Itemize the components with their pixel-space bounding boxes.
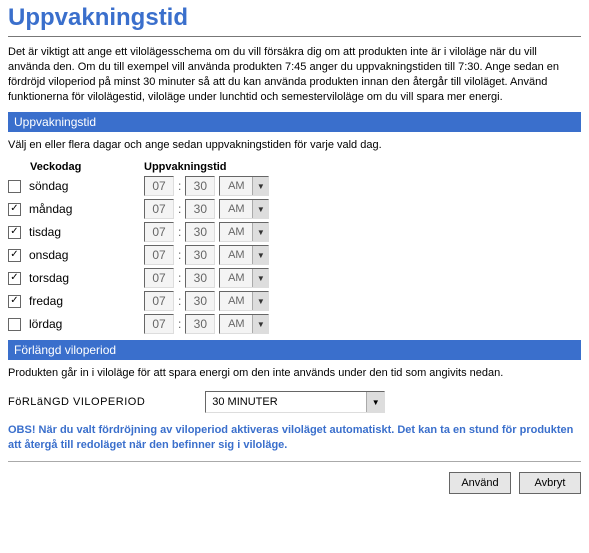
day-label: fredag (29, 294, 63, 308)
ampm-select[interactable]: AM▼ (219, 314, 269, 334)
time-cell: 07:30AM▼ (144, 199, 269, 219)
time-cell: 07:30AM▼ (144, 176, 269, 196)
hour-input[interactable]: 07 (144, 176, 174, 196)
ampm-select[interactable]: AM▼ (219, 176, 269, 196)
chevron-down-icon: ▼ (252, 223, 268, 241)
section-wakeup-header: Uppvakningstid (8, 112, 581, 132)
schedule-list: söndag07:30AM▼måndag07:30AM▼tisdag07:30A… (8, 176, 581, 334)
time-cell: 07:30AM▼ (144, 222, 269, 242)
day-cell: torsdag (8, 271, 138, 285)
time-colon: : (178, 225, 181, 239)
schedule-row: måndag07:30AM▼ (8, 199, 581, 219)
chevron-down-icon: ▼ (252, 246, 268, 264)
hour-input[interactable]: 07 (144, 245, 174, 265)
schedule-row: onsdag07:30AM▼ (8, 245, 581, 265)
schedule-row: torsdag07:30AM▼ (8, 268, 581, 288)
extended-select[interactable]: 30 MINUTER ▼ (205, 391, 385, 413)
ampm-value: AM (220, 295, 252, 307)
day-checkbox[interactable] (8, 272, 21, 285)
minute-input[interactable]: 30 (185, 199, 215, 219)
section-extended-header: Förlängd viloperiod (8, 340, 581, 360)
day-cell: söndag (8, 179, 138, 193)
hour-input[interactable]: 07 (144, 199, 174, 219)
hour-input[interactable]: 07 (144, 222, 174, 242)
ampm-value: AM (220, 249, 252, 261)
day-cell: lördag (8, 317, 138, 331)
apply-button[interactable]: Använd (449, 472, 511, 494)
minute-input[interactable]: 30 (185, 268, 215, 288)
ampm-select[interactable]: AM▼ (219, 268, 269, 288)
minute-input[interactable]: 30 (185, 314, 215, 334)
ampm-select[interactable]: AM▼ (219, 222, 269, 242)
time-cell: 07:30AM▼ (144, 245, 269, 265)
cancel-button[interactable]: Avbryt (519, 472, 581, 494)
day-checkbox[interactable] (8, 203, 21, 216)
ampm-value: AM (220, 318, 252, 330)
minute-input[interactable]: 30 (185, 176, 215, 196)
divider (8, 36, 581, 37)
button-row: Använd Avbryt (8, 472, 581, 494)
day-checkbox[interactable] (8, 318, 21, 331)
extended-select-value: 30 MINUTER (206, 396, 366, 408)
hour-input[interactable]: 07 (144, 268, 174, 288)
day-checkbox[interactable] (8, 226, 21, 239)
hour-input[interactable]: 07 (144, 314, 174, 334)
wakeup-instructions: Välj en eller flera dagar och ange sedan… (8, 138, 581, 153)
day-checkbox[interactable] (8, 249, 21, 262)
day-label: torsdag (29, 271, 69, 285)
ampm-select[interactable]: AM▼ (219, 245, 269, 265)
chevron-down-icon: ▼ (252, 315, 268, 333)
header-day: Veckodag (8, 161, 138, 173)
day-label: lördag (29, 317, 62, 331)
divider (8, 461, 581, 462)
time-colon: : (178, 248, 181, 262)
extended-row: FöRLäNGD VILOPERIOD 30 MINUTER ▼ (8, 391, 581, 413)
hour-input[interactable]: 07 (144, 291, 174, 311)
day-cell: fredag (8, 294, 138, 308)
notice-text: OBS! När du valt fördröjning av viloperi… (8, 423, 581, 453)
chevron-down-icon: ▼ (252, 292, 268, 310)
time-colon: : (178, 317, 181, 331)
chevron-down-icon: ▼ (252, 200, 268, 218)
day-label: tisdag (29, 225, 61, 239)
schedule-row: söndag07:30AM▼ (8, 176, 581, 196)
schedule-row: lördag07:30AM▼ (8, 314, 581, 334)
minute-input[interactable]: 30 (185, 222, 215, 242)
header-time: Uppvakningstid (144, 161, 227, 173)
time-colon: : (178, 294, 181, 308)
time-cell: 07:30AM▼ (144, 268, 269, 288)
ampm-value: AM (220, 272, 252, 284)
minute-input[interactable]: 30 (185, 291, 215, 311)
ampm-select[interactable]: AM▼ (219, 291, 269, 311)
page-title: Uppvakningstid (8, 4, 581, 32)
ampm-value: AM (220, 180, 252, 192)
extended-label: FöRLäNGD VILOPERIOD (8, 396, 145, 408)
time-cell: 07:30AM▼ (144, 291, 269, 311)
day-cell: onsdag (8, 248, 138, 262)
ampm-select[interactable]: AM▼ (219, 199, 269, 219)
time-colon: : (178, 179, 181, 193)
time-colon: : (178, 271, 181, 285)
extended-intro: Produkten går in i viloläge för att spar… (8, 366, 581, 381)
day-checkbox[interactable] (8, 180, 21, 193)
chevron-down-icon: ▼ (366, 392, 384, 412)
time-cell: 07:30AM▼ (144, 314, 269, 334)
day-label: onsdag (29, 248, 68, 262)
day-checkbox[interactable] (8, 295, 21, 308)
time-colon: : (178, 202, 181, 216)
schedule-header-row: Veckodag Uppvakningstid (8, 161, 581, 173)
chevron-down-icon: ▼ (252, 177, 268, 195)
schedule-row: fredag07:30AM▼ (8, 291, 581, 311)
day-cell: tisdag (8, 225, 138, 239)
chevron-down-icon: ▼ (252, 269, 268, 287)
ampm-value: AM (220, 203, 252, 215)
ampm-value: AM (220, 226, 252, 238)
day-cell: måndag (8, 202, 138, 216)
schedule-row: tisdag07:30AM▼ (8, 222, 581, 242)
day-label: måndag (29, 202, 72, 216)
minute-input[interactable]: 30 (185, 245, 215, 265)
day-label: söndag (29, 179, 68, 193)
intro-text: Det är viktigt att ange ett vilolägessch… (8, 45, 581, 104)
